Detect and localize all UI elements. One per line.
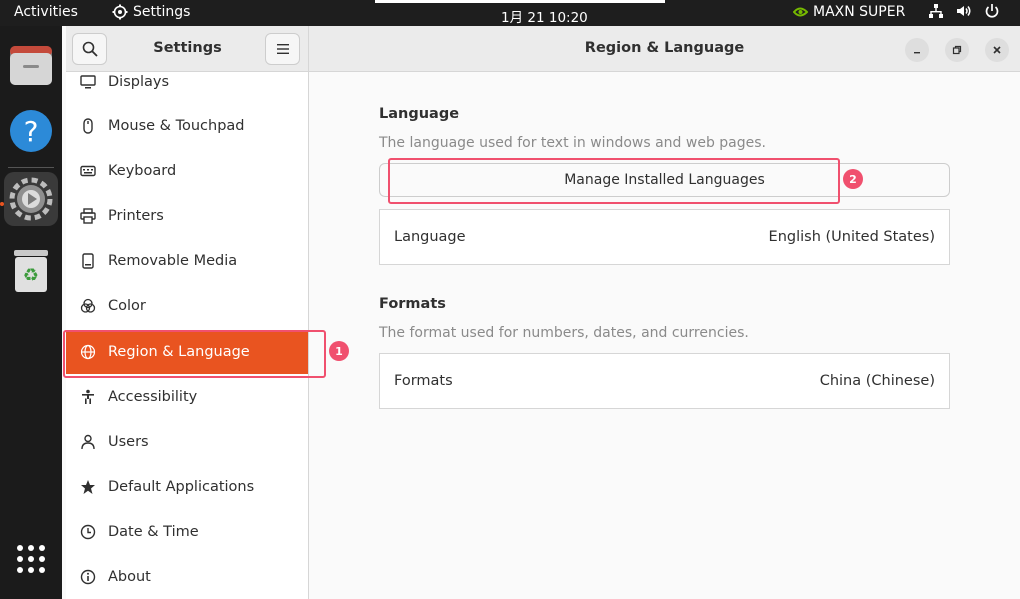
language-row[interactable]: Language English (United States): [379, 209, 950, 265]
sidebar-item-displays[interactable]: Displays: [66, 72, 308, 104]
app-menu-label: Settings: [133, 4, 191, 20]
volume-icon[interactable]: [956, 3, 972, 19]
sidebar-item-label: Default Applications: [108, 479, 255, 495]
sidebar-item-label: Users: [108, 434, 149, 450]
network-icon[interactable]: [928, 3, 944, 19]
step-badge-2: 2: [843, 169, 863, 189]
language-row-label: Language: [394, 229, 466, 245]
hamburger-icon: [276, 44, 289, 54]
running-indicator: [0, 202, 4, 206]
printer-icon: [79, 207, 97, 225]
help-icon[interactable]: ?: [4, 104, 58, 158]
sidebar-item-label: Accessibility: [108, 389, 198, 405]
mouse-icon: [79, 117, 97, 135]
formats-row-value: China (Chinese): [819, 373, 935, 389]
sidebar-item-removable-media[interactable]: Removable Media: [66, 239, 308, 283]
trash-icon[interactable]: ♻: [4, 244, 58, 298]
sidebar-item-label: Removable Media: [108, 253, 238, 269]
removable-media-icon: [79, 252, 97, 270]
keyboard-icon: [79, 162, 97, 180]
sidebar-item-mouse[interactable]: Mouse & Touchpad: [66, 104, 308, 148]
content-panel: Language The language used for text in w…: [309, 72, 1020, 599]
primary-menu-button[interactable]: [265, 33, 300, 65]
minimize-icon: [914, 52, 920, 54]
clock[interactable]: 1月 21 10:20: [501, 6, 588, 26]
formats-row[interactable]: Formats China (Chinese): [379, 353, 950, 409]
restore-icon: [952, 45, 962, 55]
svg-text:♻: ♻: [23, 265, 39, 286]
power-mode-indicator[interactable]: MAXN SUPER: [793, 4, 905, 20]
activities-button[interactable]: Activities: [14, 4, 78, 20]
power-mode-label: MAXN SUPER: [813, 4, 906, 20]
color-icon: [79, 297, 97, 315]
language-row-value: English (United States): [768, 229, 935, 245]
info-icon: [79, 568, 97, 586]
main-header: Region & Language: [309, 26, 1020, 72]
formats-section-description: The format used for numbers, dates, and …: [379, 325, 749, 341]
sidebar-item-date-time[interactable]: Date & Time: [66, 510, 308, 554]
sidebar-item-users[interactable]: Users: [66, 420, 308, 464]
clock-highlight: [375, 0, 665, 3]
settings-window: Settings Region & Language Displays Mous…: [66, 26, 1020, 599]
settings-icon[interactable]: [4, 172, 58, 226]
sidebar-header: Settings: [66, 26, 309, 72]
users-icon: [79, 433, 97, 451]
system-tray[interactable]: [928, 3, 1000, 19]
close-icon: [993, 46, 1001, 54]
gear-icon: [112, 4, 128, 20]
sidebar-item-label: Date & Time: [108, 524, 199, 540]
files-icon[interactable]: [4, 38, 58, 92]
sidebar-item-label: Displays: [108, 74, 170, 90]
sidebar-item-label: About: [108, 569, 151, 585]
accessibility-icon: [79, 388, 97, 406]
sidebar-item-label: Printers: [108, 208, 164, 224]
formats-row-label: Formats: [394, 373, 453, 389]
show-apps-icon[interactable]: [4, 532, 58, 586]
step-badge-1: 1: [329, 341, 349, 361]
sidebar-item-accessibility[interactable]: Accessibility: [66, 375, 308, 419]
language-section-description: The language used for text in windows an…: [379, 135, 766, 151]
power-icon[interactable]: [984, 3, 1000, 19]
star-icon: [79, 478, 97, 496]
restore-button[interactable]: [945, 38, 969, 62]
sidebar-item-label: Keyboard: [108, 163, 177, 179]
display-icon: [79, 73, 97, 91]
clock-icon: [79, 523, 97, 541]
dock: ? ♻: [0, 26, 62, 599]
sidebar-item-label: Color: [108, 298, 146, 314]
highlight-box-manage-languages: [388, 158, 840, 204]
sidebar-item-default-applications[interactable]: Default Applications: [66, 465, 308, 509]
sidebar-item-color[interactable]: Color: [66, 284, 308, 328]
formats-section-title: Formats: [379, 296, 446, 312]
language-section-title: Language: [379, 106, 460, 122]
highlight-box-region-language: [63, 330, 326, 378]
svg-text:?: ?: [24, 115, 39, 148]
sidebar-item-keyboard[interactable]: Keyboard: [66, 149, 308, 193]
nvidia-icon: [793, 7, 808, 17]
sidebar-item-printers[interactable]: Printers: [66, 194, 308, 238]
app-menu[interactable]: Settings: [112, 4, 190, 20]
dock-separator: [8, 167, 54, 168]
close-button[interactable]: [985, 38, 1009, 62]
top-bar: Activities Settings 1月 21 10:20 MAXN SUP…: [0, 0, 1020, 26]
minimize-button[interactable]: [905, 38, 929, 62]
sidebar-item-about[interactable]: About: [66, 555, 308, 599]
sidebar-item-label: Mouse & Touchpad: [108, 118, 245, 134]
